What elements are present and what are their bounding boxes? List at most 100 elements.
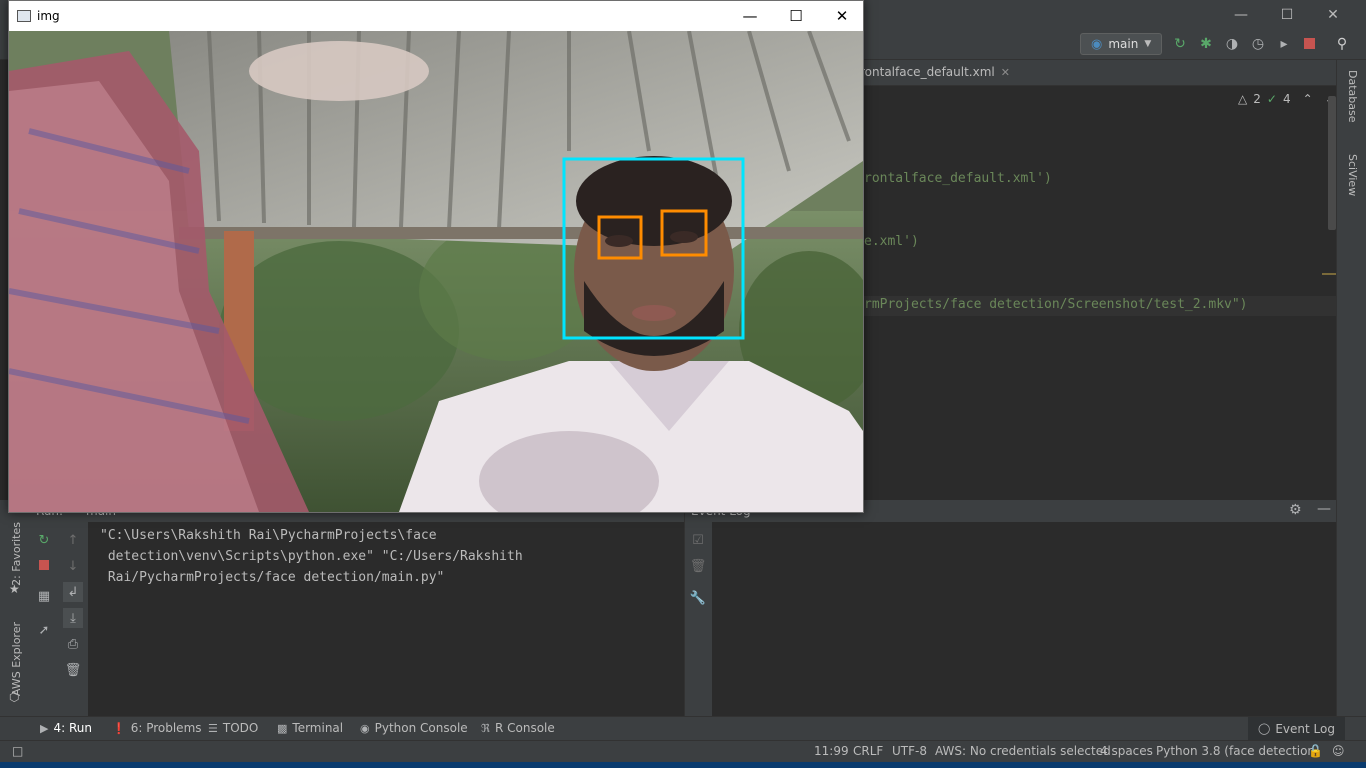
left-tool-strip: 2: Favorites ★ AWS Explorer ⬡ <box>0 500 30 716</box>
favorites-tool-label: 2: Favorites <box>10 522 23 586</box>
sciview-tool-tab[interactable]: SciView <box>1346 154 1359 196</box>
console-line: detection\venv\Scripts\python.exe" "C:/U… <box>100 549 523 564</box>
camera-frame-image <box>9 31 863 512</box>
arrow-down-icon[interactable]: ↓ <box>63 556 83 576</box>
tool-tab-terminal[interactable]: ▩ Terminal <box>277 721 343 735</box>
tool-tab-label: Python Console <box>374 721 468 735</box>
trash-icon[interactable]: 🗑 <box>688 556 708 576</box>
python-interpreter[interactable]: Python 3.8 (face detection) <box>1156 744 1320 758</box>
right-tool-strip: Database SciView <box>1336 60 1366 716</box>
search-icon[interactable]: ⚲ <box>1334 36 1350 52</box>
debug-icon[interactable]: ✱ <box>1198 36 1214 52</box>
tool-tab-label: 4: Run <box>53 721 92 735</box>
tool-tab-event-log[interactable]: ◯ Event Log <box>1248 717 1345 740</box>
aws-connection[interactable]: AWS: No credentials selected <box>935 744 1111 758</box>
aws-explorer-tool-label: AWS Explorer <box>10 622 23 697</box>
wrench-icon[interactable]: 🔧 <box>688 588 708 608</box>
check-icon: ✓ <box>1266 92 1277 106</box>
run-configuration-selector[interactable]: ◉ main ▼ <box>1080 33 1162 55</box>
caret-position[interactable]: 11:99 <box>814 744 849 758</box>
ide-close-button[interactable]: ✕ <box>1310 0 1356 30</box>
python-icon: ◉ <box>360 721 370 735</box>
editor-tab-bar: rontalface_default.xml ✕ <box>860 60 1336 86</box>
stop-icon[interactable] <box>39 560 49 570</box>
tool-tab-python-console[interactable]: ◉ Python Console <box>360 721 468 735</box>
database-tool-tab[interactable]: Database <box>1346 70 1359 123</box>
arrow-up-icon[interactable]: ↑ <box>63 530 83 550</box>
info-icon: ❗ <box>112 721 126 735</box>
cv-close-button[interactable]: ✕ <box>819 1 865 31</box>
rerun-icon[interactable]: ↻ <box>1172 36 1188 52</box>
trash-icon[interactable]: 🗑 <box>63 660 83 680</box>
r-icon: ℜ <box>481 721 490 735</box>
toggle-tool-windows-icon[interactable]: □ <box>12 744 23 758</box>
terminal-icon: ▩ <box>277 721 288 735</box>
layout-icon[interactable]: ▦ <box>34 586 54 606</box>
play-icon: ▶ <box>40 721 49 735</box>
code-editor[interactable]: △ 2 ✓ 4 ⌃ ⌄ rontalface_default.xml') e.x… <box>860 86 1336 474</box>
event-log-body <box>712 522 1336 716</box>
scroll-to-end-icon[interactable]: ⤓ <box>63 608 83 628</box>
mark-read-icon[interactable]: ☑ <box>688 530 708 550</box>
indent-setting[interactable]: 4 spaces <box>1100 744 1153 758</box>
opencv-image-window[interactable]: img — ☐ ✕ <box>8 0 864 513</box>
coverage-icon[interactable]: ◑ <box>1224 36 1240 52</box>
tool-tab-problems[interactable]: ❗ 6: Problems <box>112 721 202 735</box>
ide-minimize-button[interactable]: — <box>1218 0 1264 30</box>
soft-wrap-icon[interactable]: ↲ <box>63 582 83 602</box>
lock-icon[interactable]: 🔓 <box>1308 744 1323 758</box>
inspection-widget[interactable]: △ 2 ✓ 4 ⌃ ⌄ <box>1238 92 1335 106</box>
tool-tab-run[interactable]: ▶ 4: Run <box>40 721 92 735</box>
tool-tab-label: R Console <box>494 721 555 735</box>
line-separator[interactable]: CRLF <box>853 744 883 758</box>
warning-count: 2 <box>1253 92 1261 106</box>
file-encoding[interactable]: UTF-8 <box>892 744 927 758</box>
rerun-icon[interactable]: ↻ <box>34 530 54 550</box>
run-toolbar-primary: ↻ ▦ ➚ <box>30 522 58 716</box>
taskbar-edge <box>0 762 1366 768</box>
editor-tab-label: rontalface_default.xml <box>860 65 995 79</box>
cv-window-title: img <box>37 9 60 23</box>
profile-icon[interactable]: ◷ <box>1250 36 1266 52</box>
cv-minimize-button[interactable]: — <box>727 1 773 31</box>
editor-tab[interactable]: rontalface_default.xml ✕ <box>860 65 1010 79</box>
stop-icon[interactable] <box>1304 38 1315 49</box>
user-icon[interactable]: ☺ <box>1332 744 1345 758</box>
code-line: rontalface_default.xml') <box>864 171 1052 186</box>
tool-tab-label: TODO <box>222 721 259 735</box>
balloon-icon: ◯ <box>1258 722 1271 735</box>
favorites-tool-tab[interactable]: 2: Favorites <box>10 522 23 586</box>
sciview-tool-label: SciView <box>1346 154 1359 197</box>
window-app-icon <box>17 10 31 22</box>
close-tab-icon[interactable]: ✕ <box>1001 66 1010 79</box>
print-icon[interactable]: ⎙ <box>63 634 83 654</box>
tool-tab-label: Event Log <box>1275 721 1335 736</box>
run-config-label: main <box>1108 37 1139 51</box>
run-options-icon[interactable]: ▸ <box>1276 36 1292 52</box>
run-console[interactable]: "C:\Users\Rakshith Rai\PycharmProjects\f… <box>88 522 684 716</box>
aws-explorer-tool-tab[interactable]: AWS Explorer <box>10 622 23 696</box>
scrollbar-marker <box>1322 273 1336 275</box>
camera-frame-illustration <box>9 31 863 512</box>
console-line: Rai/PycharmProjects/face detection/main.… <box>100 570 445 585</box>
tool-tab-label: 6: Problems <box>130 721 202 735</box>
editor-scrollbar[interactable] <box>1328 96 1336 230</box>
chevron-up-icon[interactable]: ⌃ <box>1303 92 1313 106</box>
python-icon: ◉ <box>1091 36 1103 52</box>
warning-icon: △ <box>1238 92 1248 106</box>
cv-titlebar[interactable]: img — ☐ ✕ <box>9 1 863 31</box>
gear-icon[interactable]: ⚙ <box>1289 502 1302 518</box>
ide-maximize-button[interactable]: ☐ <box>1264 0 1310 30</box>
chevron-down-icon: ▼ <box>1144 39 1152 49</box>
ok-count: 4 <box>1282 92 1291 106</box>
console-line: "C:\Users\Rakshith Rai\PycharmProjects\f… <box>100 528 437 543</box>
tool-tab-label: Terminal <box>292 721 344 735</box>
hide-panel-icon[interactable]: — <box>1317 501 1331 517</box>
cv-maximize-button[interactable]: ☐ <box>773 1 819 31</box>
status-bar: □ 11:99 CRLF UTF-8 AWS: No credentials s… <box>0 740 1366 762</box>
tool-tab-todo[interactable]: ☰ TODO <box>208 721 258 735</box>
pin-icon[interactable]: ➚ <box>34 620 54 640</box>
database-tool-label: Database <box>1346 70 1359 123</box>
tool-tab-r-console[interactable]: ℜ R Console <box>481 721 555 735</box>
star-icon: ★ <box>9 582 20 596</box>
